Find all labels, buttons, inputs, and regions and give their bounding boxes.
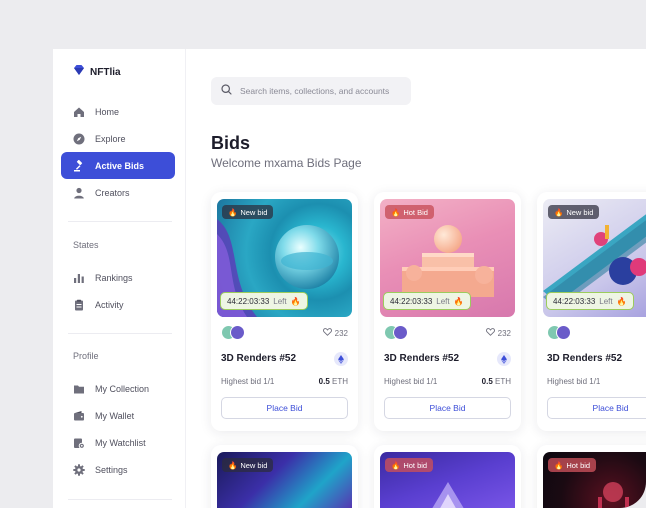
status-badge: 🔥 New bid: [548, 205, 600, 219]
nft-image[interactable]: 🔥 Hot bid: [380, 452, 515, 508]
sidebar-item-settings[interactable]: Settings: [61, 456, 175, 483]
search-bar[interactable]: [211, 77, 411, 105]
status-badge: 🔥 Hot bid: [385, 458, 434, 472]
owner-avatars[interactable]: [384, 325, 412, 342]
gavel-icon: [72, 159, 85, 172]
fire-icon: 🔥: [228, 460, 238, 470]
heart-icon: [322, 328, 332, 338]
search-input[interactable]: [240, 86, 405, 96]
sidebar-item-label: Settings: [95, 464, 128, 475]
diamond-logo-icon: [73, 63, 85, 81]
fire-icon: 🔥: [391, 207, 401, 217]
nft-title[interactable]: 3D Renders #52: [547, 353, 622, 364]
compass-icon: [72, 132, 85, 145]
nft-image[interactable]: 🔥 New bid 44:22:03:33 Left 🔥: [217, 199, 352, 317]
bid-label: Highest bid 1/1: [221, 377, 275, 386]
likes-count[interactable]: 232: [322, 328, 348, 338]
owner-avatars[interactable]: [221, 325, 249, 342]
nft-card[interactable]: 🔥 Hot Bid 44:22:03:33 Left 🔥 232 3D Renders…: [374, 192, 521, 431]
countdown-timer: 44:22:03:33 Left 🔥: [383, 292, 471, 310]
sidebar-item-explore[interactable]: Explore: [61, 125, 175, 152]
sidebar-item-label: Home: [95, 106, 120, 117]
sidebar-item-label: My Collection: [95, 383, 150, 394]
folder-icon: [72, 382, 85, 395]
place-bid-button[interactable]: Place Bid: [547, 397, 646, 419]
sidebar-item-label: My Wallet: [95, 410, 135, 421]
search-icon: [221, 82, 232, 100]
bar-chart-icon: [72, 271, 85, 284]
sidebar-item-label: Activity: [95, 299, 124, 310]
sidebar-item-my-collection[interactable]: My Collection: [61, 375, 175, 402]
sidebar-item-label: Explore: [95, 133, 126, 144]
fire-icon: 🔥: [453, 296, 464, 306]
status-badge: 🔥 New bid: [222, 458, 274, 472]
avatar[interactable]: [556, 325, 571, 340]
fire-icon: 🔥: [228, 207, 238, 217]
ethereum-icon: [334, 352, 348, 366]
sidebar-item-label: Creators: [95, 187, 130, 198]
sidebar-divider: [68, 499, 172, 500]
app-container: NFTlia Home Explore Active Bids Creators…: [53, 49, 646, 508]
page-subtitle: Welcome mxama Bids Page: [211, 156, 362, 170]
nft-image[interactable]: 🔥 New bid: [217, 452, 352, 508]
avatar[interactable]: [393, 325, 408, 340]
owner-avatars[interactable]: [547, 325, 575, 342]
nft-card[interactable]: 🔥 New bid 44:22:03:33 Left 🔥 3D Renders #52…: [537, 192, 646, 431]
sidebar-item-my-watchlist[interactable]: My Watchlist: [61, 429, 175, 456]
sidebar-item-my-wallet[interactable]: My Wallet: [61, 402, 175, 429]
nft-title[interactable]: 3D Renders #52: [221, 353, 296, 364]
window-frame: NFTlia Home Explore Active Bids Creators…: [0, 0, 646, 508]
status-badge: 🔥 New bid: [222, 205, 274, 219]
nft-card[interactable]: 🔥 New bid: [211, 445, 358, 508]
nft-card[interactable]: 🔥 Hot bid: [537, 445, 646, 508]
fire-icon: 🔥: [554, 460, 564, 470]
sidebar-item-label: My Watchlist: [95, 437, 146, 448]
bid-label: Highest bid 1/1: [547, 377, 601, 386]
fire-icon: 🔥: [554, 207, 564, 217]
section-label-profile: Profile: [73, 351, 99, 361]
sidebar: NFTlia Home Explore Active Bids Creators…: [53, 49, 186, 508]
place-bid-button[interactable]: Place Bid: [384, 397, 511, 419]
sidebar-item-creators[interactable]: Creators: [61, 179, 175, 206]
status-badge: 🔥 Hot Bid: [385, 205, 434, 219]
wallet-icon: [72, 409, 85, 422]
fire-icon: 🔥: [616, 296, 627, 306]
nft-image[interactable]: 🔥 Hot bid: [543, 452, 646, 508]
nft-card[interactable]: 🔥 New bid 44:22:03:33 Left 🔥 232 3D Renders…: [211, 192, 358, 431]
ethereum-icon: [497, 352, 511, 366]
watchlist-icon: [72, 436, 85, 449]
page-title: Bids: [211, 133, 251, 153]
section-label-states: States: [73, 240, 99, 250]
bid-label: Highest bid 1/1: [384, 377, 438, 386]
status-badge: 🔥 Hot bid: [548, 458, 597, 472]
home-icon: [72, 105, 85, 118]
clipboard-icon: [72, 298, 85, 311]
sidebar-item-rankings[interactable]: Rankings: [61, 264, 175, 291]
sidebar-divider: [68, 333, 172, 334]
nft-card[interactable]: 🔥 Hot bid: [374, 445, 521, 508]
countdown-timer: 44:22:03:33 Left 🔥: [220, 292, 308, 310]
avatar[interactable]: [230, 325, 245, 340]
countdown-timer: 44:22:03:33 Left 🔥: [546, 292, 634, 310]
bid-value: 0.5 ETH: [481, 377, 511, 386]
sidebar-item-activity[interactable]: Activity: [61, 291, 175, 318]
bid-value: 0.5 ETH: [318, 377, 348, 386]
user-icon: [72, 186, 85, 199]
sidebar-item-label: Active Bids: [95, 160, 145, 171]
heart-icon: [485, 328, 495, 338]
sidebar-item-label: Rankings: [95, 272, 133, 283]
brand-name: NFTlia: [90, 66, 121, 78]
nft-title[interactable]: 3D Renders #52: [384, 353, 459, 364]
brand-logo[interactable]: NFTlia: [73, 63, 121, 81]
sidebar-divider: [68, 221, 172, 222]
sidebar-item-home[interactable]: Home: [61, 98, 175, 125]
gear-icon: [72, 463, 85, 476]
fire-icon: 🔥: [391, 460, 401, 470]
nft-image[interactable]: 🔥 New bid 44:22:03:33 Left 🔥: [543, 199, 646, 317]
nft-image[interactable]: 🔥 Hot Bid 44:22:03:33 Left 🔥: [380, 199, 515, 317]
likes-count[interactable]: 232: [485, 328, 511, 338]
sidebar-item-active-bids[interactable]: Active Bids: [61, 152, 175, 179]
fire-icon: 🔥: [290, 296, 301, 306]
place-bid-button[interactable]: Place Bid: [221, 397, 348, 419]
